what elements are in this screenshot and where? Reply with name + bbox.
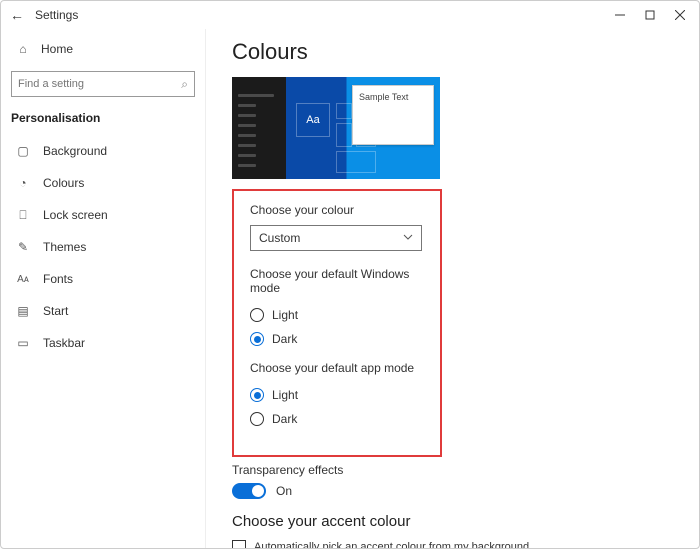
lock-icon: ⎕ [15, 208, 31, 223]
radio-icon [250, 388, 264, 402]
window-title: Settings [35, 8, 78, 22]
radio-label: Light [272, 308, 298, 322]
app-mode-light[interactable]: Light [250, 383, 424, 407]
category-label: Personalisation [11, 111, 195, 125]
app-mode-dark[interactable]: Dark [250, 407, 424, 431]
page-title: Colours [232, 39, 679, 65]
search-icon: ⌕ [181, 77, 188, 92]
windows-mode-label: Choose your default Windows mode [250, 267, 424, 295]
nav-themes[interactable]: ✎ Themes [11, 231, 195, 263]
windows-mode-dark[interactable]: Dark [250, 327, 424, 351]
nav-label: Lock screen [43, 208, 108, 222]
nav-colours[interactable]: ◔ Colours [11, 167, 195, 199]
radio-icon [250, 332, 264, 346]
accent-title: Choose your accent colour [232, 513, 679, 530]
accent-auto-label: Automatically pick an accent colour from… [254, 541, 529, 548]
preview-menu-bars [238, 87, 284, 174]
preview-sample-window: Sample Text [352, 85, 434, 145]
close-button[interactable] [665, 3, 695, 27]
chevron-down-icon [403, 231, 413, 245]
start-icon: ▤ [15, 304, 31, 318]
transparency-toggle[interactable] [232, 483, 266, 499]
radio-icon [250, 412, 264, 426]
nav-label: Start [43, 304, 68, 318]
theme-preview: Aa Sample Text [232, 77, 440, 179]
transparency-value: On [276, 484, 292, 498]
taskbar-icon: ▭ [15, 336, 31, 350]
radio-label: Dark [272, 412, 297, 426]
radio-label: Dark [272, 332, 297, 346]
choose-colour-select[interactable]: Custom [250, 225, 422, 251]
nav-label: Themes [43, 240, 86, 254]
maximize-button[interactable] [635, 3, 665, 27]
highlight-box: Choose your colour Custom Choose your de… [232, 189, 442, 457]
minimize-button[interactable] [605, 3, 635, 27]
home-icon: ⌂ [15, 42, 31, 56]
transparency-label: Transparency effects [232, 463, 679, 477]
preview-sample-text: Sample Text [359, 92, 408, 102]
nav-fonts[interactable]: Aᴀ Fonts [11, 263, 195, 295]
choose-colour-value: Custom [259, 231, 300, 245]
checkbox-icon [232, 540, 246, 548]
nav-label: Taskbar [43, 336, 85, 350]
preview-aa-tile: Aa [296, 103, 330, 137]
nav-label: Colours [43, 176, 84, 190]
theme-icon: ✎ [15, 240, 31, 254]
font-icon: Aᴀ [15, 274, 31, 285]
search-field[interactable] [18, 78, 181, 90]
nav-background[interactable]: ▢ Background [11, 135, 195, 167]
app-mode-label: Choose your default app mode [250, 361, 424, 375]
accent-auto-checkbox[interactable]: Automatically pick an accent colour from… [232, 540, 679, 548]
home-button[interactable]: ⌂ Home [11, 35, 195, 63]
image-icon: ▢ [15, 144, 31, 158]
nav-label: Fonts [43, 272, 73, 286]
nav-taskbar[interactable]: ▭ Taskbar [11, 327, 195, 359]
nav-label: Background [43, 144, 107, 158]
nav-start[interactable]: ▤ Start [11, 295, 195, 327]
nav-lock-screen[interactable]: ⎕ Lock screen [11, 199, 195, 231]
windows-mode-light[interactable]: Light [250, 303, 424, 327]
radio-label: Light [272, 388, 298, 402]
search-input[interactable]: ⌕ [11, 71, 195, 97]
home-label: Home [41, 42, 73, 56]
back-icon[interactable]: ← [5, 7, 29, 23]
radio-icon [250, 308, 264, 322]
choose-colour-label: Choose your colour [250, 203, 424, 217]
palette-icon: ◔ [15, 176, 31, 190]
